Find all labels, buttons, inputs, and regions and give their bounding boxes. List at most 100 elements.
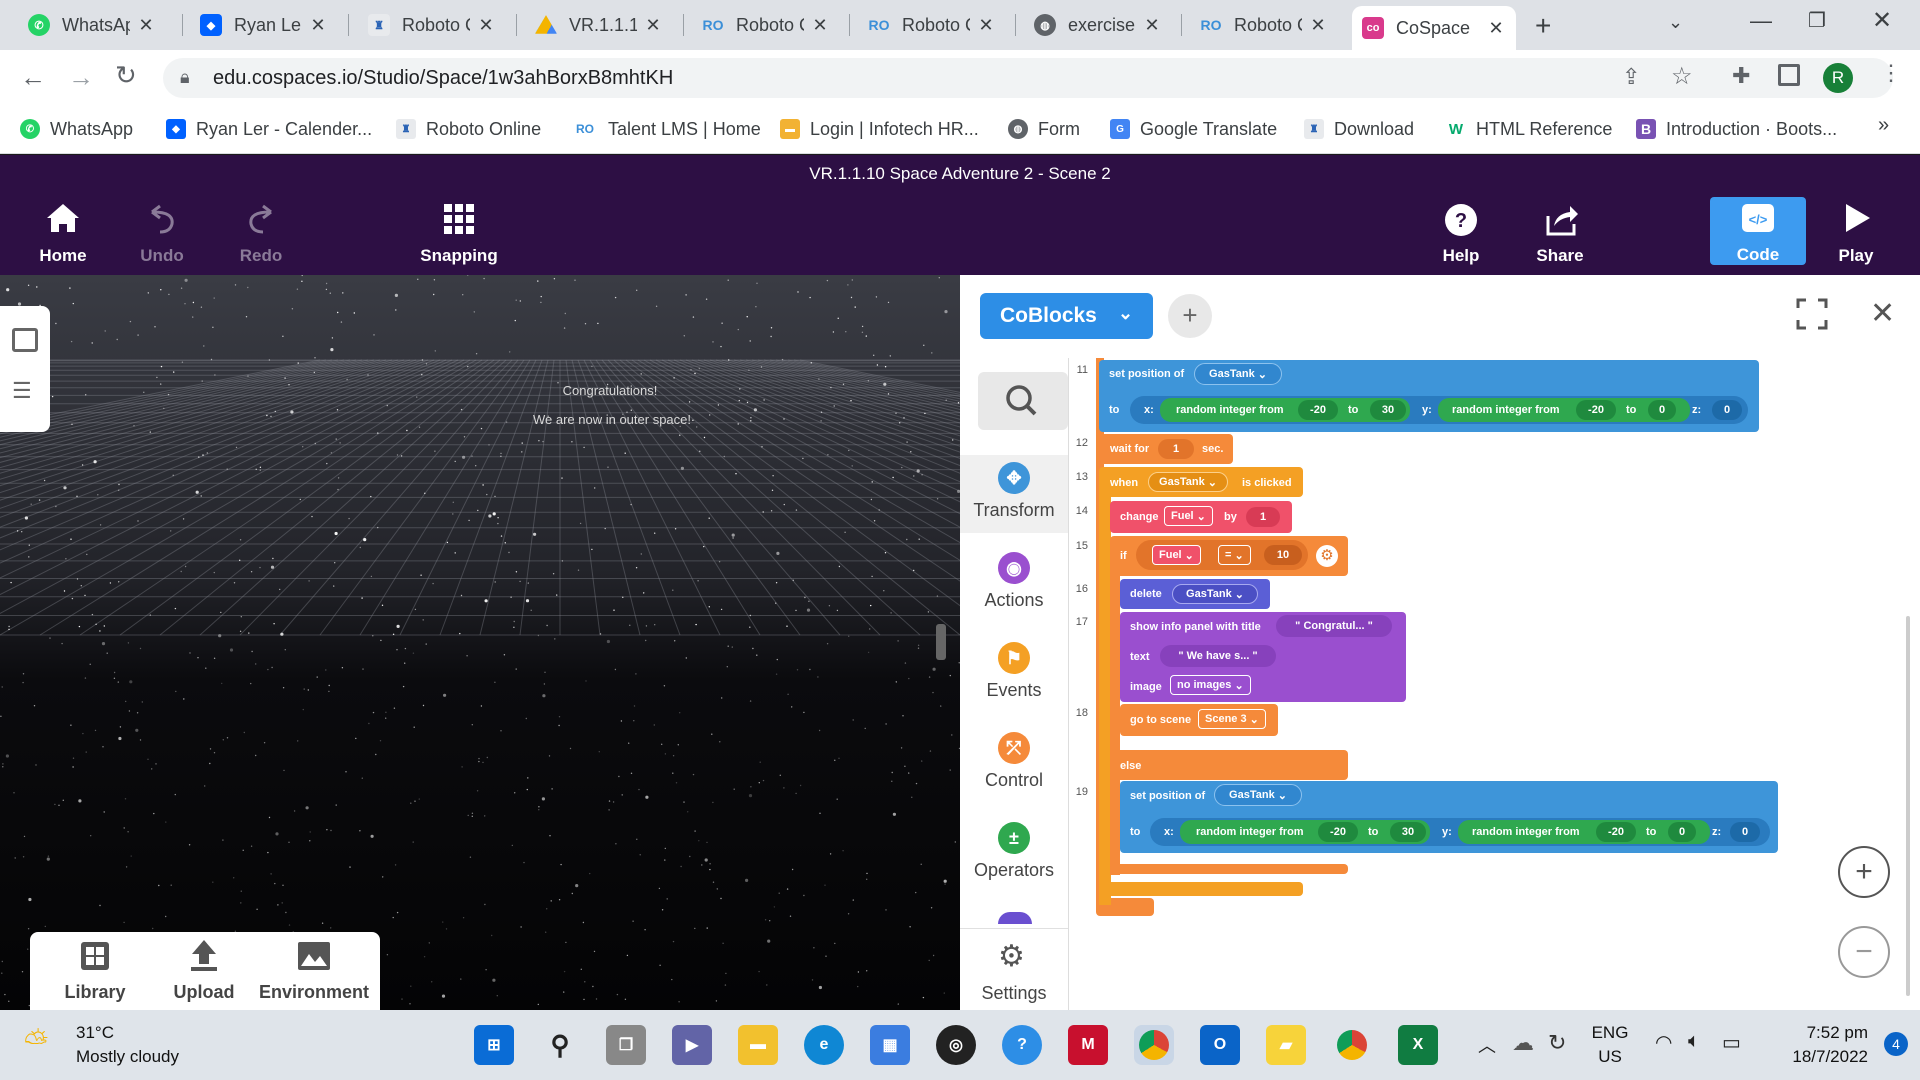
fullscreen-icon[interactable] [1796, 298, 1828, 330]
snapping-button[interactable]: Snapping [409, 200, 509, 270]
close-icon[interactable]: ✕ [136, 15, 156, 36]
app-icon[interactable]: ◎ [936, 1025, 976, 1065]
panel-resize-handle[interactable] [936, 624, 946, 660]
workspace-scrollbar[interactable] [1906, 616, 1910, 996]
close-window-icon[interactable]: ✕ [1872, 6, 1892, 35]
tab-whatsapp[interactable]: ✆ WhatsAp ✕ [18, 7, 166, 43]
bookmark-html-reference[interactable]: W HTML Reference [1446, 114, 1612, 144]
sync-icon[interactable]: ↻ [1548, 1030, 1566, 1056]
menu-icon[interactable]: ⋮ [1880, 60, 1902, 86]
title-input[interactable]: " Congratul... " [1276, 615, 1392, 637]
redo-button[interactable]: Redo [221, 200, 301, 270]
add-script-button[interactable]: + [1168, 294, 1212, 338]
category-operators[interactable]: ± Operators [960, 822, 1068, 881]
bookmark-roboto-online[interactable]: ♜ Roboto Online [396, 114, 541, 144]
volume-icon[interactable]: 🔈︎ [1688, 1030, 1700, 1053]
tab-drive[interactable]: VR.1.1.1C ✕ [525, 7, 673, 43]
minimize-icon[interactable]: — [1750, 8, 1772, 34]
value-input[interactable]: 1 [1246, 507, 1280, 527]
coblocks-dropdown[interactable]: CoBlocks ⌄ [980, 293, 1153, 339]
gear-icon[interactable]: ⚙ [1316, 545, 1338, 567]
value-input[interactable]: -20 [1318, 822, 1358, 842]
close-icon[interactable]: ✕ [1142, 15, 1162, 36]
tab-dropbox[interactable]: ◆ Ryan Ler ✕ [190, 7, 338, 43]
close-icon[interactable]: ✕ [643, 15, 663, 36]
notification-badge[interactable]: 4 [1884, 1032, 1908, 1056]
home-button[interactable]: Home [23, 200, 103, 270]
tab-roboto[interactable]: ♜ Roboto C ✕ [358, 7, 506, 43]
bookmark-calendar[interactable]: ◆ Ryan Ler - Calender... [166, 114, 372, 144]
help-button[interactable]: ? Help [1421, 200, 1501, 270]
value-input[interactable]: 0 [1730, 822, 1760, 842]
edge-icon[interactable]: e [804, 1025, 844, 1065]
input-language[interactable]: ENG [1590, 1023, 1630, 1043]
bookmark-star-icon[interactable]: ☆ [1671, 62, 1693, 91]
list-icon[interactable]: ☰ [12, 380, 32, 402]
category-actions[interactable]: ◉ Actions [960, 552, 1068, 611]
battery-icon[interactable]: ▭ [1722, 1030, 1741, 1055]
object-dropdown[interactable]: GasTank ⌄ [1148, 472, 1228, 492]
zoom-out-button[interactable]: − [1838, 926, 1890, 978]
reload-icon[interactable]: ↻ [115, 60, 137, 91]
excel-icon[interactable]: X [1398, 1025, 1438, 1065]
help-app-icon[interactable]: ? [1002, 1025, 1042, 1065]
more-bookmarks-icon[interactable]: » [1878, 114, 1889, 137]
zoom-in-button[interactable]: + [1838, 846, 1890, 898]
settings-button[interactable]: ⚙ Settings [960, 928, 1068, 1010]
bookmark-whatsapp[interactable]: ✆ WhatsApp [20, 114, 133, 144]
object-dropdown[interactable]: GasTank ⌄ [1214, 784, 1302, 806]
chrome-active-icon[interactable] [1134, 1025, 1174, 1065]
sidebar-icon[interactable] [1778, 64, 1800, 86]
tab-cospaces[interactable]: co CoSpace ✕ [1352, 6, 1516, 50]
forward-icon[interactable]: → [68, 62, 94, 93]
chrome-profile-icon[interactable] [1332, 1025, 1372, 1065]
close-icon[interactable]: ✕ [810, 15, 830, 36]
close-icon[interactable]: ✕ [308, 15, 328, 36]
close-code-icon[interactable]: ✕ [1870, 296, 1895, 331]
text-input[interactable]: " We have s... " [1160, 645, 1276, 667]
bookmark-bootstrap[interactable]: B Introduction · Boots... [1636, 114, 1837, 144]
tab-roboto-coding-1[interactable]: RO Roboto C ✕ [692, 7, 840, 43]
store-icon[interactable]: ▦ [870, 1025, 910, 1065]
close-icon[interactable]: ✕ [1486, 18, 1506, 39]
object-dropdown[interactable]: GasTank ⌄ [1194, 363, 1282, 385]
bookmark-infotech[interactable]: ▬ Login | Infotech HR... [780, 114, 979, 144]
value-input[interactable]: 1 [1158, 439, 1194, 459]
upload-button[interactable]: Upload [149, 932, 259, 1010]
value-input[interactable]: -20 [1298, 400, 1338, 420]
start-icon[interactable]: ⊞ [474, 1025, 514, 1065]
chevron-up-icon[interactable]: ︿ [1478, 1032, 1496, 1058]
share-page-icon[interactable]: ⇪ [1622, 64, 1640, 90]
undo-button[interactable]: Undo [122, 200, 202, 270]
url-text[interactable]: edu.cospaces.io/Studio/Space/1w3ahBorxB8… [213, 67, 673, 90]
environment-button[interactable]: Environment [259, 932, 369, 1010]
object-dropdown[interactable]: GasTank ⌄ [1172, 584, 1258, 604]
extensions-icon[interactable]: ✚ [1732, 63, 1750, 89]
clock-date[interactable]: 18/7/2022 [1768, 1047, 1868, 1067]
share-button[interactable]: Share [1520, 200, 1600, 270]
bookmark-download[interactable]: ♜ Download [1304, 114, 1414, 144]
restore-icon[interactable]: ❐ [1808, 8, 1826, 33]
scene-dropdown[interactable]: Scene 3 ⌄ [1198, 709, 1266, 729]
close-icon[interactable]: ✕ [1308, 15, 1328, 36]
value-input[interactable]: 0 [1712, 400, 1742, 420]
variable-dropdown[interactable]: Fuel ⌄ [1164, 506, 1213, 526]
mcafee-icon[interactable]: M [1068, 1025, 1108, 1065]
tab-roboto-coding-3[interactable]: RO Roboto C ✕ [1190, 7, 1338, 43]
category-events[interactable]: ⚑ Events [960, 642, 1068, 701]
bookmark-google-translate[interactable]: G Google Translate [1110, 114, 1277, 144]
value-input[interactable]: -20 [1596, 822, 1636, 842]
library-button[interactable]: Library [40, 932, 150, 1010]
category-transform[interactable]: ✥ Transform [960, 462, 1068, 521]
category-control[interactable]: ⤱ Control [960, 732, 1068, 791]
close-icon[interactable]: ✕ [976, 15, 996, 36]
value-input[interactable]: 0 [1648, 400, 1676, 420]
teams-chat-icon[interactable]: ▶ [672, 1025, 712, 1065]
value-input[interactable]: 10 [1264, 545, 1302, 565]
weather-icon[interactable]: ⛅︎ [24, 1026, 48, 1060]
task-view-icon[interactable]: ❐ [606, 1025, 646, 1065]
wifi-icon[interactable]: ◠ [1655, 1030, 1672, 1055]
back-icon[interactable]: ← [20, 62, 46, 93]
tab-search-icon[interactable]: ⌄ [1668, 12, 1683, 33]
tab-roboto-coding-2[interactable]: RO Roboto C ✕ [858, 7, 1006, 43]
